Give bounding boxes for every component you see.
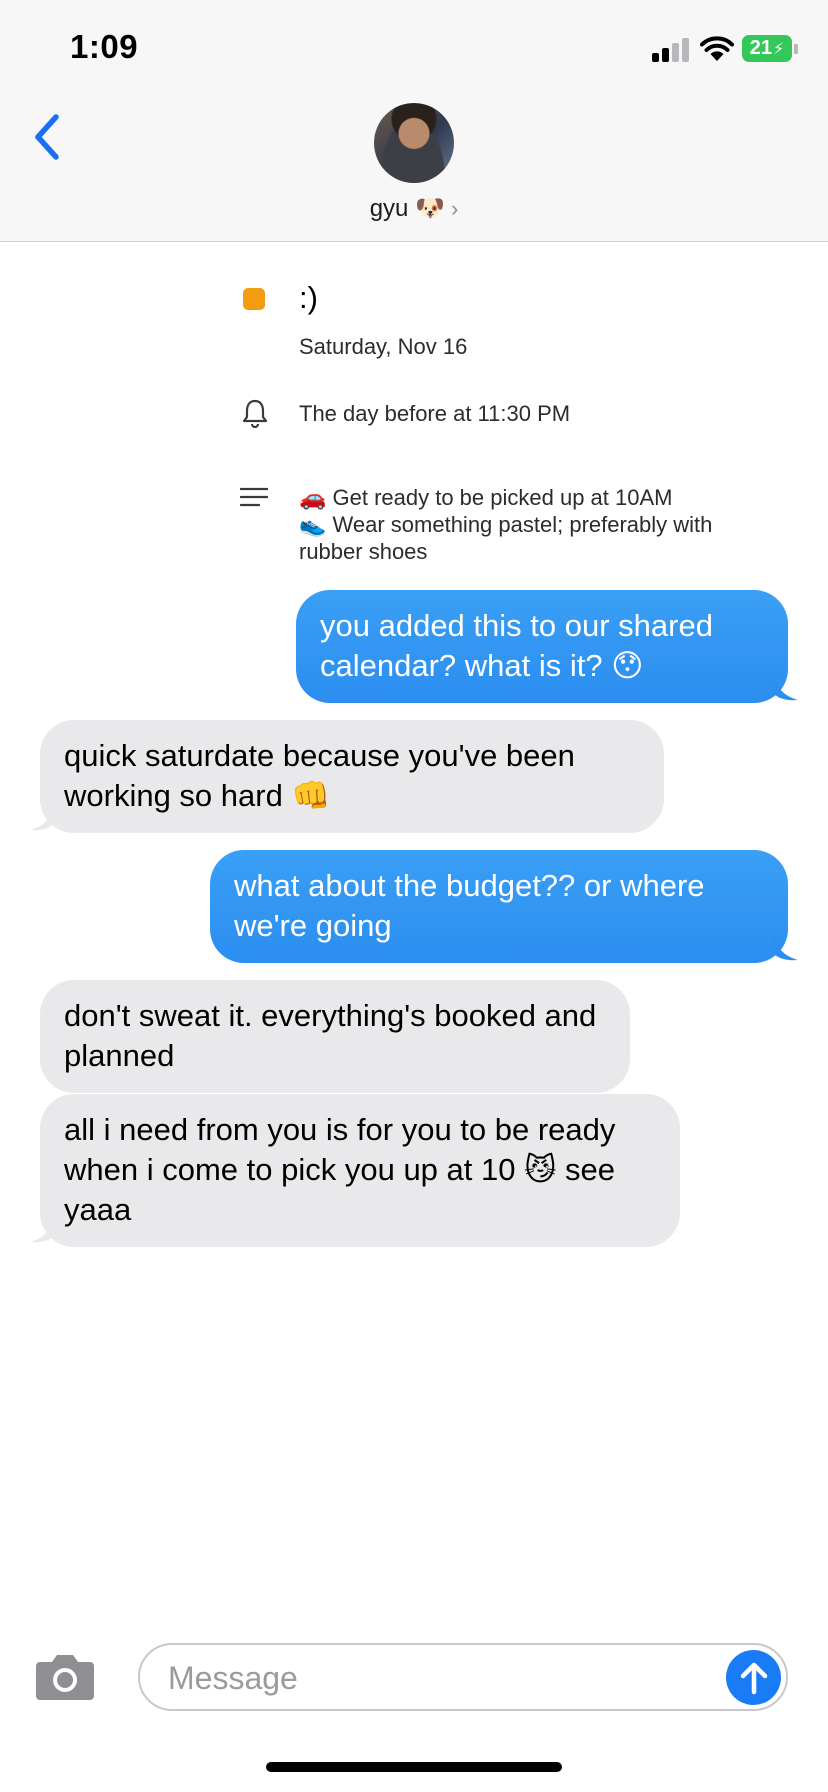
camera-icon[interactable] <box>34 1652 96 1702</box>
bubble-tail <box>774 674 798 701</box>
battery-indicator: 21 ⚡ <box>742 35 792 62</box>
message-text: what about the budget?? or where we're g… <box>234 868 705 943</box>
message-text: all i need from you is for you to be rea… <box>64 1112 616 1227</box>
event-alert: The day before at 11:30 PM <box>299 401 571 426</box>
notes-icon <box>240 487 268 507</box>
cellular-signal-icon <box>652 36 692 62</box>
status-time: 1:09 <box>70 28 139 65</box>
bubble-tail <box>30 804 54 831</box>
message-text: don't sweat it. everything's booked and … <box>64 998 597 1073</box>
message-bubble-incoming[interactable]: quick saturdate because you've been work… <box>40 720 664 833</box>
bell-icon <box>242 399 268 428</box>
event-notes: 🚗 Get ready to be picked up at 10AM 👟 We… <box>299 484 769 565</box>
send-button[interactable] <box>726 1650 781 1705</box>
message-bubble-outgoing[interactable]: you added this to our shared calendar? w… <box>296 590 788 703</box>
event-title: :) <box>299 280 318 315</box>
message-bubble-incoming[interactable]: don't sweat it. everything's booked and … <box>40 980 630 1093</box>
wifi-icon <box>700 36 734 61</box>
battery-cap <box>794 44 798 54</box>
conversation-header: 1:09 21 ⚡ gyu 🐶 › <box>0 0 828 242</box>
message-bubble-incoming[interactable]: all i need from you is for you to be rea… <box>40 1094 680 1247</box>
chevron-left-icon[interactable] <box>30 112 64 162</box>
event-note-line: 🚗 Get ready to be picked up at 10AM <box>299 485 673 510</box>
message-placeholder: Message <box>168 1660 298 1696</box>
bubble-tail <box>774 934 798 961</box>
chevron-right-icon: › <box>450 196 459 221</box>
battery-level: 21 <box>749 37 772 59</box>
event-color-swatch <box>243 288 265 310</box>
contact-avatar[interactable] <box>374 103 454 183</box>
message-bubble-outgoing[interactable]: what about the budget?? or where we're g… <box>210 850 788 963</box>
contact-name-row[interactable]: gyu 🐶 › <box>0 194 828 223</box>
message-text: quick saturdate because you've been work… <box>64 738 575 813</box>
message-input[interactable]: Message <box>138 1643 788 1711</box>
contact-name: gyu 🐶 <box>369 195 445 222</box>
event-note-line: 👟 Wear something pastel; preferably with… <box>299 512 713 564</box>
event-date: Saturday, Nov 16 <box>299 334 468 359</box>
arrow-up-icon <box>740 1662 768 1695</box>
bubble-tail <box>30 1216 54 1243</box>
message-text: you added this to our shared calendar? w… <box>320 608 713 683</box>
home-indicator <box>266 1762 562 1772</box>
